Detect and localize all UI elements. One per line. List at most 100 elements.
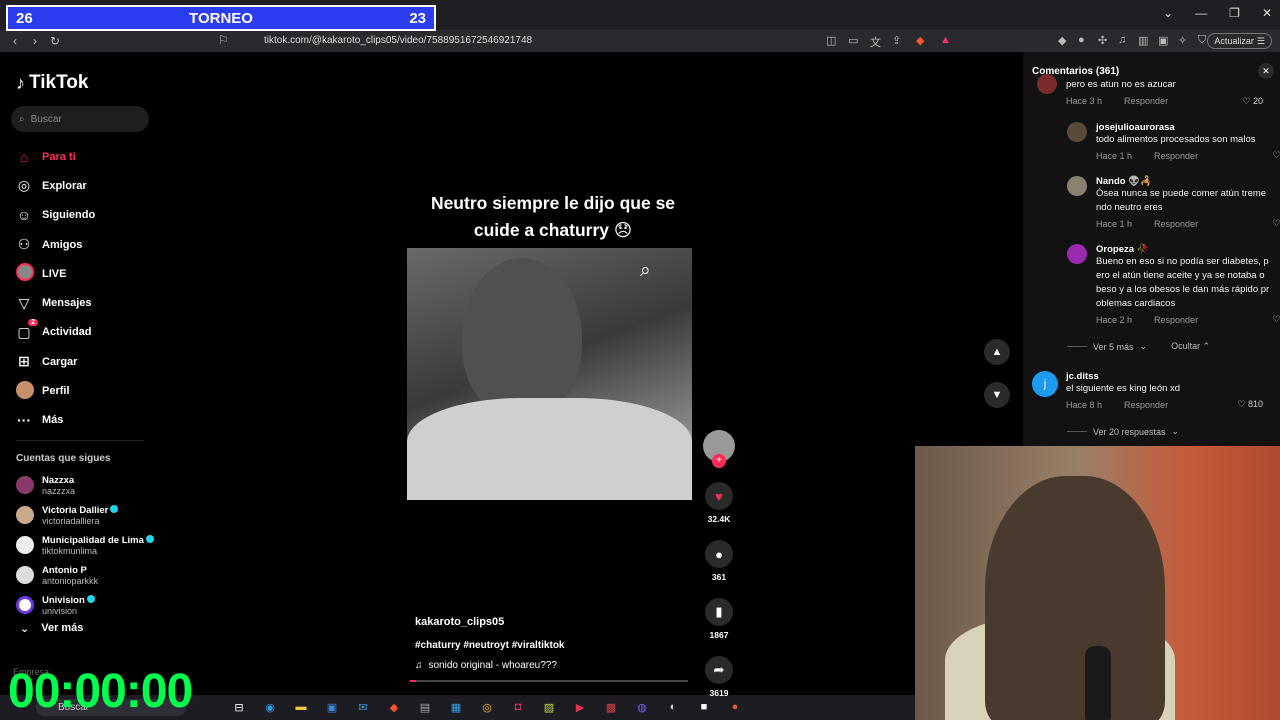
- comment-like[interactable]: ♡ 7: [1272, 150, 1280, 161]
- app-icon[interactable]: ◐: [664, 698, 682, 716]
- bookmark-icon[interactable]: ⚐: [218, 33, 229, 47]
- forward-icon[interactable]: ›: [25, 34, 45, 48]
- creator-avatar[interactable]: +: [703, 430, 735, 468]
- following-item[interactable]: Nazzxa nazzzxa: [16, 470, 154, 500]
- folder-icon[interactable]: ▬: [292, 698, 310, 716]
- extension-icon[interactable]: ●: [1078, 34, 1085, 46]
- cast-icon[interactable]: ▭: [848, 34, 858, 47]
- reload-icon[interactable]: ↻: [45, 34, 65, 48]
- reply-button[interactable]: Responder: [1124, 96, 1168, 106]
- chevron-down-icon: ⌄: [20, 623, 30, 635]
- save-action[interactable]: ▮ 1867: [701, 598, 737, 640]
- mail-icon[interactable]: ✉: [354, 698, 372, 716]
- minimize-icon[interactable]: —: [1195, 6, 1207, 20]
- profile-avatar: [16, 380, 34, 402]
- comment-action[interactable]: ● 361: [701, 540, 737, 582]
- close-comments-button[interactable]: ✕: [1258, 63, 1274, 79]
- avatar[interactable]: [1037, 74, 1057, 94]
- avatar[interactable]: [1067, 176, 1087, 196]
- view-replies[interactable]: Ver 20 respuestas ⌄: [1067, 426, 1179, 437]
- app-icon[interactable]: ■: [695, 698, 713, 716]
- comment-like[interactable]: ♡ 2: [1272, 218, 1280, 229]
- translate-icon[interactable]: 文: [870, 34, 881, 50]
- see-more-button[interactable]: ⌄ Ver más: [20, 622, 83, 635]
- reply-button[interactable]: Responder: [1154, 219, 1198, 229]
- previous-video-button[interactable]: ▲: [984, 339, 1010, 365]
- comment-like[interactable]: ♡ 20: [1242, 96, 1263, 107]
- video-hashtags[interactable]: #chaturry #neutroyt #viraltiktok: [415, 640, 565, 651]
- chrome-icon[interactable]: ◎: [478, 698, 496, 716]
- follow-plus-icon[interactable]: +: [712, 454, 726, 468]
- close-icon[interactable]: ✕: [1262, 6, 1272, 20]
- youtube-icon[interactable]: ▶: [571, 698, 589, 716]
- search-icon[interactable]: ⌕: [640, 260, 651, 282]
- puzzle-icon[interactable]: ✣: [1098, 34, 1107, 47]
- view-more-replies[interactable]: Ver 5 más ⌄ Ocultar ⌃: [1067, 341, 1210, 352]
- app-icon[interactable]: ▤: [416, 698, 434, 716]
- tiktok-logo[interactable]: ♪ TikTok: [16, 72, 88, 94]
- share-icon[interactable]: ⇪: [892, 34, 901, 47]
- nav-more[interactable]: ··· Más: [16, 406, 95, 435]
- hide-replies-button[interactable]: Ocultar ⌃: [1171, 341, 1210, 352]
- music-icon[interactable]: ♫: [1118, 34, 1126, 46]
- chevron-down-icon[interactable]: ⌄: [1163, 6, 1173, 20]
- nav-explore[interactable]: ◎ Explorar: [16, 171, 95, 200]
- following-item[interactable]: Municipalidad de Lima tiktokmunlima: [16, 530, 154, 560]
- instagram-icon[interactable]: ◘: [509, 698, 527, 716]
- nav-following[interactable]: ☺ Siguiendo: [16, 201, 95, 230]
- following-item[interactable]: Antonio Pantonioparkkk: [16, 560, 154, 590]
- comment-like[interactable]: ♡ 810: [1237, 399, 1263, 410]
- like-action[interactable]: ♥ 32.4K: [701, 482, 737, 524]
- close-icon: ✕: [1262, 66, 1270, 76]
- share-action[interactable]: ➦ 3619: [701, 656, 737, 698]
- app-icon[interactable]: ▨: [540, 698, 558, 716]
- following-item[interactable]: Victoria Dallier victoriadalliera: [16, 500, 154, 530]
- url-field[interactable]: tiktok.com/@kakaroto_clips05/video/75889…: [264, 35, 532, 46]
- nav-upload[interactable]: ⊞ Cargar: [16, 347, 95, 376]
- store-icon[interactable]: ▣: [323, 698, 341, 716]
- video-progress[interactable]: [410, 680, 688, 682]
- video-sound[interactable]: ♫ sonido original - whoareu???: [415, 660, 557, 671]
- task-view-icon[interactable]: ⊟: [230, 698, 248, 716]
- update-button[interactable]: Actualizar ☰: [1207, 33, 1272, 49]
- video-author[interactable]: kakaroto_clips05: [415, 616, 504, 628]
- nav-activity[interactable]: ▢ 2 Actividad: [16, 318, 95, 347]
- video-progress-fill: [410, 680, 416, 682]
- video-player[interactable]: [407, 248, 692, 500]
- following-header: Cuentas que sigues: [16, 453, 111, 464]
- app-icon[interactable]: ▦: [447, 698, 465, 716]
- reply-button[interactable]: Responder: [1124, 400, 1168, 410]
- reply-button[interactable]: Responder: [1154, 151, 1198, 161]
- reply-button[interactable]: Responder: [1154, 315, 1198, 325]
- sidebar-icon[interactable]: ▥: [1138, 34, 1148, 47]
- brave-shield-icon[interactable]: ◆: [916, 34, 924, 47]
- discord-icon[interactable]: ◍: [633, 698, 651, 716]
- app-icon[interactable]: ▩: [602, 698, 620, 716]
- edge-icon[interactable]: ◉: [261, 698, 279, 716]
- score-right: 23: [409, 9, 426, 27]
- extension-icon[interactable]: ◆: [1058, 34, 1066, 47]
- nav-live[interactable]: LIVE: [16, 259, 95, 288]
- vpn-icon[interactable]: ⛉: [1198, 34, 1206, 47]
- avatar[interactable]: [1067, 122, 1087, 142]
- nav-for-you[interactable]: ⌂ Para ti: [16, 142, 95, 171]
- wallet-icon[interactable]: ▣: [1158, 34, 1168, 47]
- brave-icon[interactable]: ◆: [385, 698, 403, 716]
- avatar[interactable]: [1067, 244, 1087, 264]
- app-icon[interactable]: ●: [726, 698, 744, 716]
- more-dots-icon: ···: [17, 412, 31, 429]
- back-icon[interactable]: ‹: [5, 34, 25, 48]
- reader-icon[interactable]: ◫: [826, 34, 836, 47]
- nav-profile[interactable]: Perfil: [16, 376, 95, 405]
- tiktok-note-icon: ♪: [16, 72, 25, 93]
- nav-messages[interactable]: ▽ Mensajes: [16, 288, 95, 317]
- avatar[interactable]: j: [1032, 371, 1058, 397]
- following-item[interactable]: Univision univision: [16, 590, 154, 620]
- comment-like[interactable]: ♡ 3: [1272, 314, 1280, 325]
- nav-friends[interactable]: ⚇ Amigos: [16, 230, 95, 259]
- rewards-icon[interactable]: ▲: [940, 34, 951, 46]
- search-input[interactable]: ⌕ Buscar: [11, 106, 149, 132]
- restore-icon[interactable]: ❐: [1229, 6, 1240, 20]
- next-video-button[interactable]: ▼: [984, 382, 1010, 408]
- leo-icon[interactable]: ✧: [1178, 34, 1187, 47]
